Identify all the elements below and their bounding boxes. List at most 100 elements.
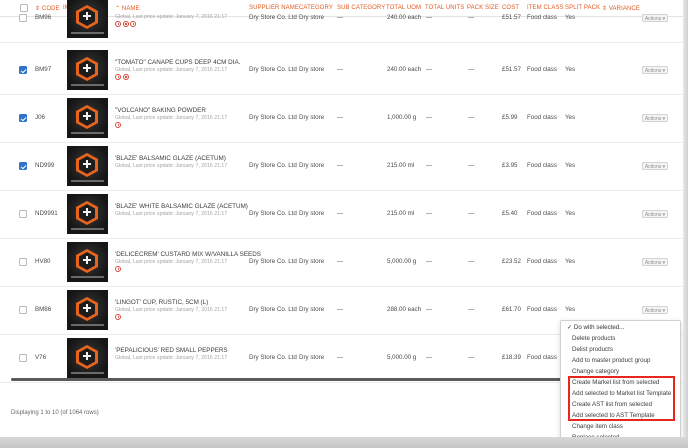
category: Dry store (299, 162, 325, 169)
total-uom: 240.00 each (387, 66, 422, 73)
item-class: Food class (527, 306, 557, 313)
product-image (67, 338, 108, 378)
row-actions-button[interactable]: Actions ▾ (642, 66, 668, 74)
total-units: — (426, 114, 433, 121)
product-name[interactable]: 'PEPALICIOUS' RED SMALL PEPPERS (115, 347, 228, 354)
category: Dry store (299, 354, 325, 361)
product-code: ND999 (35, 162, 55, 169)
category: Dry store (299, 306, 325, 313)
row-actions-button[interactable]: Actions ▾ (642, 162, 668, 170)
window-edge (683, 0, 688, 437)
item-class: Food class (527, 162, 557, 169)
row-checkbox[interactable] (19, 258, 27, 266)
split-pack: Yes (565, 162, 576, 169)
cost: £5.40 (502, 210, 518, 217)
allergen-icons (115, 21, 138, 28)
allergen-icons (115, 74, 130, 81)
sub-category: — (337, 66, 344, 73)
row-checkbox[interactable] (19, 210, 27, 218)
total-units: — (426, 162, 433, 169)
row-checkbox[interactable] (19, 162, 27, 170)
total-uom: 1,000.00 g (387, 114, 417, 121)
item-class: Food class (527, 114, 557, 121)
row-actions-button[interactable]: Actions ▾ (642, 210, 668, 218)
row-checkbox[interactable] (19, 306, 27, 314)
category: Dry store (299, 14, 325, 21)
row-checkbox[interactable] (19, 114, 27, 122)
product-name[interactable]: 'LINGOT' CUP, RUSTIC, 5CM (L) (115, 299, 208, 306)
table-row[interactable]: J06 "VOLCANO" BAKING POWDER Global, Last… (0, 94, 683, 143)
split-pack: Yes (565, 258, 576, 265)
total-uom: 240.00 each (387, 14, 422, 21)
pack-size: — (468, 114, 475, 121)
product-code: BM97 (35, 66, 52, 73)
dropdown-menu-item[interactable]: Change item class (572, 423, 623, 430)
split-pack: Yes (565, 210, 576, 217)
pack-size: — (468, 14, 475, 21)
product-name[interactable]: "TOMATO" CANAPE CUPS DEEP 4CM DIA. (115, 59, 240, 66)
allergen-icon (115, 122, 121, 128)
row-checkbox[interactable] (19, 14, 27, 22)
product-image (67, 194, 108, 234)
row-checkbox[interactable] (19, 354, 27, 362)
row-actions-button[interactable]: Actions ▾ (642, 114, 668, 122)
split-pack: Yes (565, 66, 576, 73)
table-row[interactable]: BM96 Global, Last price update: January … (0, 0, 683, 43)
sub-category: — (337, 114, 344, 121)
horizontal-scrollbar[interactable] (11, 378, 571, 381)
product-code: J06 (35, 114, 45, 121)
pack-size: — (468, 354, 475, 361)
supplier-name: Dry Store Co. Ltd (249, 14, 297, 21)
pack-size: — (468, 210, 475, 217)
row-checkbox[interactable] (19, 66, 27, 74)
row-actions-button[interactable]: Actions ▾ (642, 258, 668, 266)
dropdown-menu-item[interactable]: Delist products (572, 346, 613, 353)
cost: £51.57 (502, 66, 521, 73)
allergen-icon (115, 266, 121, 272)
item-class: Food class (527, 258, 557, 265)
category: Dry store (299, 258, 325, 265)
product-list-page: ⇕ CODE IMAGE ⌃ NAME SUPPLIER NAME CATEGO… (0, 0, 688, 448)
product-price-meta: Global, Last price update: January 7, 20… (115, 163, 228, 169)
pagination-info: Displaying 1 to 10 (of 1064 rows) (11, 410, 99, 416)
total-uom: 215.00 ml (387, 210, 415, 217)
product-code: BM86 (35, 306, 52, 313)
product-image (67, 98, 108, 138)
total-uom: 288.00 each (387, 306, 422, 313)
table-row[interactable]: BM97 "TOMATO" CANAPE CUPS DEEP 4CM DIA. … (0, 46, 683, 95)
product-price-meta: Global, Last price update: January 7, 20… (115, 14, 228, 20)
supplier-name: Dry Store Co. Ltd (249, 210, 297, 217)
product-code: V76 (35, 354, 47, 361)
dropdown-menu-item[interactable]: Add to master product group (572, 357, 650, 364)
table-row[interactable]: HV80 'DELICECREM' CUSTARD MIX W/VANILLA … (0, 238, 683, 287)
allergen-icons (115, 314, 123, 321)
allergen-icon (122, 21, 129, 27)
product-code: HV80 (35, 258, 51, 265)
product-name[interactable]: 'DELICECREM' CUSTARD MIX W/VANILLA SEEDS (115, 251, 261, 258)
supplier-name: Dry Store Co. Ltd (249, 354, 297, 361)
product-name[interactable]: 'BLAZE' BALSAMIC GLAZE (ACETUM) (115, 155, 226, 162)
table-row[interactable]: ND999 'BLAZE' BALSAMIC GLAZE (ACETUM) Gl… (0, 142, 683, 191)
allergen-icons (115, 122, 123, 129)
table-row[interactable]: ND9991 'BLAZE' WHITE BALSAMIC GLAZE (ACE… (0, 190, 683, 239)
dropdown-selected-label[interactable]: ✓ Do with selected... (567, 324, 624, 331)
allergen-icon (130, 21, 136, 27)
product-price-meta: Global, Last price update: January 7, 20… (115, 307, 228, 313)
split-pack: Yes (565, 14, 576, 21)
cost: £51.57 (502, 14, 521, 21)
product-name[interactable]: "VOLCANO" BAKING POWDER (115, 107, 206, 114)
dropdown-menu-item[interactable]: Delete products (572, 335, 615, 342)
row-actions-button[interactable]: Actions ▾ (642, 14, 668, 22)
row-actions-button[interactable]: Actions ▾ (642, 306, 668, 314)
allergen-icons (115, 266, 123, 273)
product-name[interactable]: 'BLAZE' WHITE BALSAMIC GLAZE (ACETUM) (115, 203, 248, 210)
total-units: — (426, 258, 433, 265)
allergen-icon (122, 74, 129, 80)
product-price-meta: Global, Last price update: January 7, 20… (115, 67, 228, 73)
supplier-name: Dry Store Co. Ltd (249, 306, 297, 313)
item-class: Food class (527, 14, 557, 21)
split-pack: Yes (565, 114, 576, 121)
sub-category: — (337, 162, 344, 169)
dropdown-menu-item[interactable]: Change category (572, 368, 619, 375)
sub-category: — (337, 354, 344, 361)
